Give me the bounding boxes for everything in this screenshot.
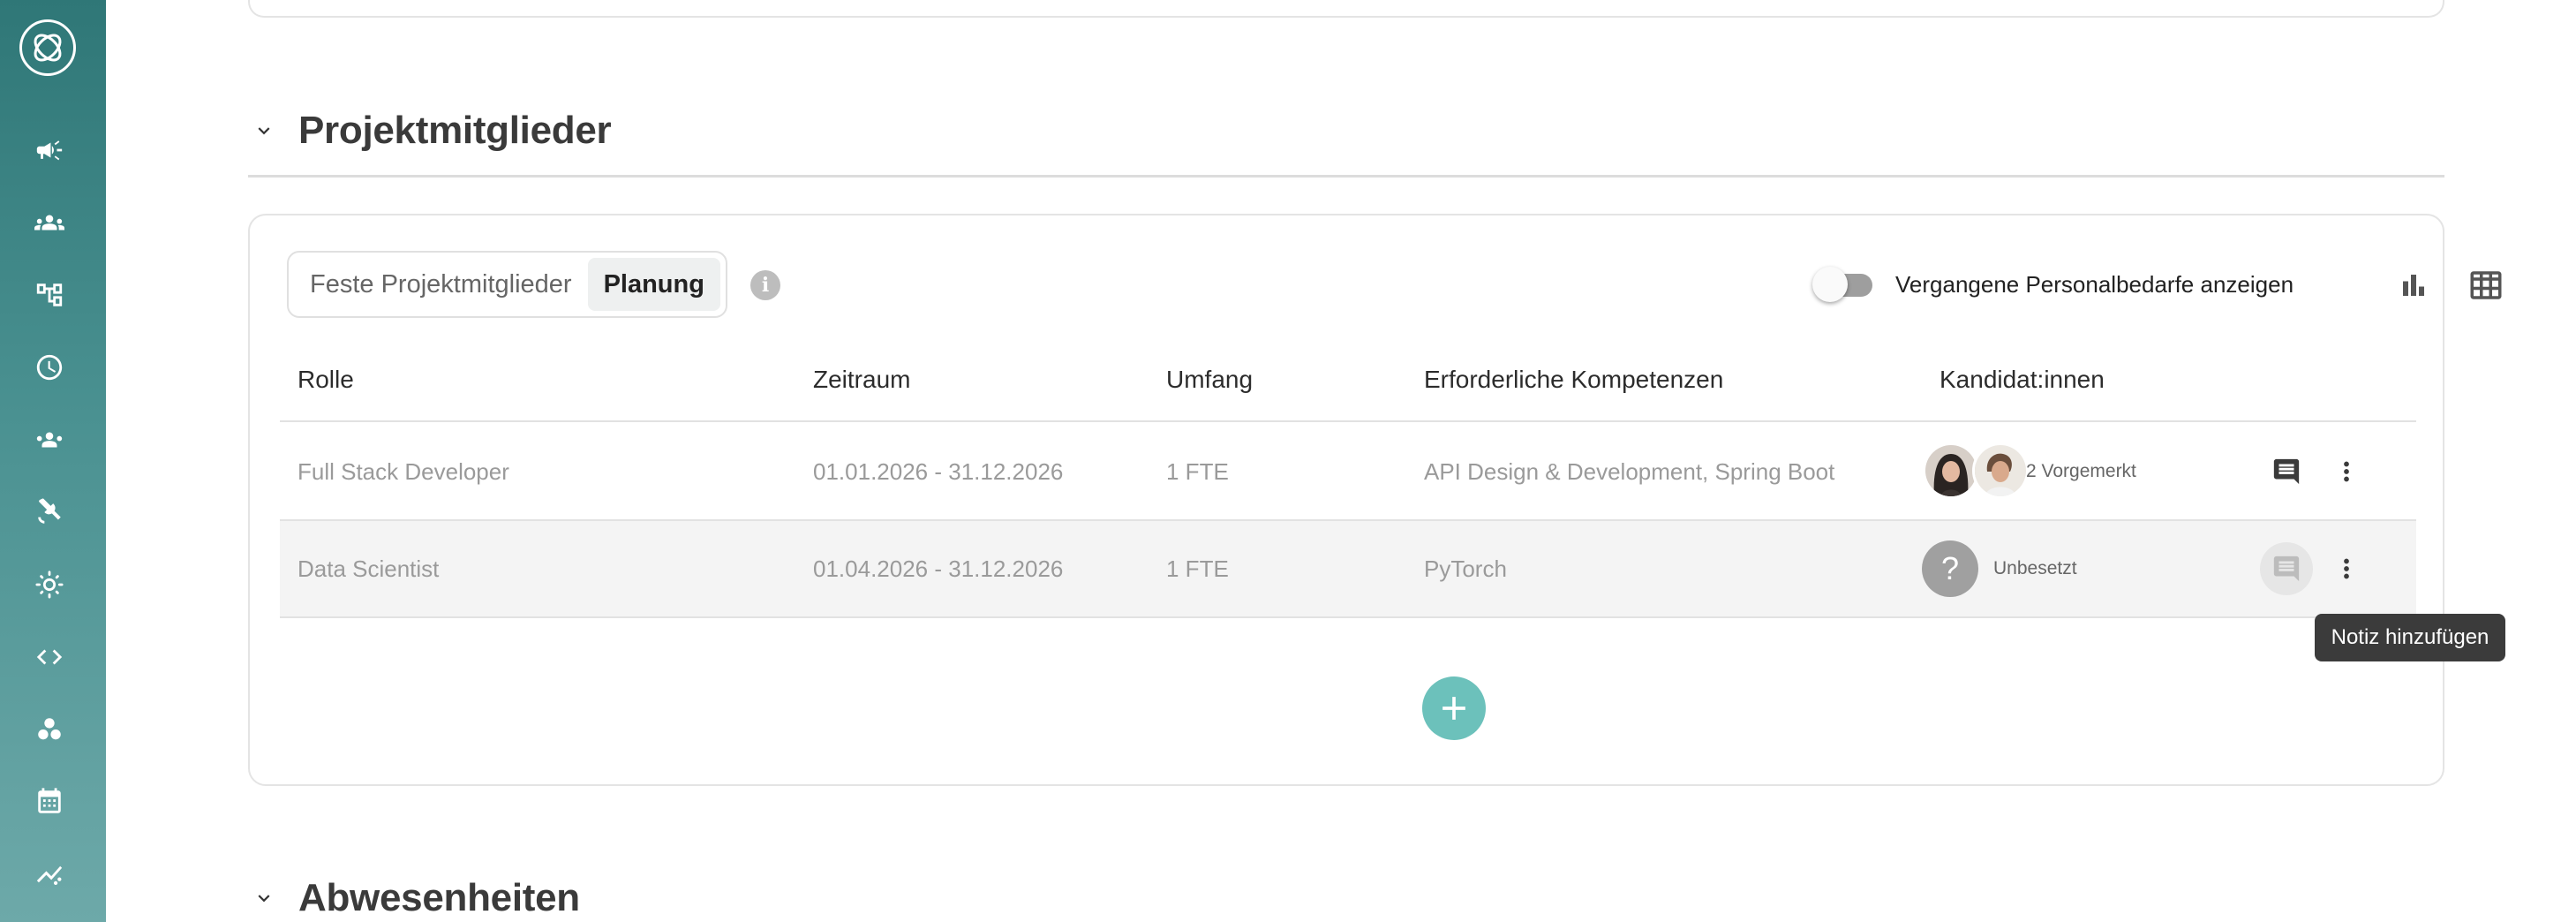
sun-icon[interactable] xyxy=(32,567,67,602)
grid-view-icon[interactable] xyxy=(2464,263,2508,307)
period-cell: 01.04.2026 - 31.12.2026 xyxy=(813,555,1064,582)
avatar[interactable] xyxy=(1923,442,1979,499)
header-candidates[interactable]: Kandidat:innen xyxy=(1940,339,2105,420)
avatar[interactable] xyxy=(1972,442,2029,499)
previous-section-card xyxy=(248,0,2444,18)
scope-cell: 1 FTE xyxy=(1166,457,1229,485)
toggle-label: Vergangene Personalbedarfe anzeigen xyxy=(1895,270,2294,298)
header-scope[interactable]: Umfang xyxy=(1166,339,1253,420)
header-period[interactable]: Zeitraum xyxy=(813,339,910,420)
megaphone-icon[interactable] xyxy=(32,132,67,168)
plus-icon xyxy=(1442,697,1465,720)
hierarchy-icon[interactable] xyxy=(32,277,67,313)
tooltip: Notiz hinzufügen xyxy=(2315,614,2505,661)
view-tabs: Feste Projektmitglieder Planung xyxy=(287,251,727,318)
info-icon[interactable]: i xyxy=(750,270,780,300)
chevron-down-icon[interactable] xyxy=(247,114,281,147)
section-title: Projektmitglieder xyxy=(298,109,612,152)
header-skills[interactable]: Erforderliche Kompetenzen xyxy=(1424,339,1723,420)
satellite-icon[interactable] xyxy=(32,495,67,530)
members-section-header: Projektmitglieder xyxy=(247,109,612,153)
table-row[interactable]: Data Scientist 01.04.2026 - 31.12.2026 1… xyxy=(280,521,2416,618)
code-icon[interactable] xyxy=(32,639,67,675)
scope-cell: 1 FTE xyxy=(1166,555,1229,582)
people-icon[interactable] xyxy=(32,422,67,457)
more-vert-icon[interactable] xyxy=(2320,542,2373,595)
add-demand-button[interactable] xyxy=(1422,676,1486,740)
calendar-icon[interactable] xyxy=(32,784,67,820)
role-cell: Data Scientist xyxy=(298,555,440,582)
skills-cell: API Design & Development, Spring Boot xyxy=(1424,457,1835,485)
more-vert-icon[interactable] xyxy=(2320,445,2373,498)
group-icon[interactable] xyxy=(32,205,67,240)
chevron-down-icon[interactable] xyxy=(247,881,281,915)
tab-planning[interactable]: Planung xyxy=(587,258,720,311)
divider xyxy=(248,175,2444,178)
cluster-icon[interactable] xyxy=(32,712,67,747)
role-cell: Full Stack Developer xyxy=(298,457,509,485)
header-role[interactable]: Rolle xyxy=(298,339,354,420)
tab-fixed-members[interactable]: Feste Projektmitglieder xyxy=(294,258,588,311)
unassigned-avatar[interactable]: ? xyxy=(1922,540,1978,597)
skills-cell: PyTorch xyxy=(1424,555,1507,582)
trend-icon[interactable] xyxy=(32,857,67,892)
comment-icon[interactable] xyxy=(2260,445,2313,498)
section-title: Abwesenheiten xyxy=(298,876,580,919)
period-cell: 01.01.2026 - 31.12.2026 xyxy=(813,457,1064,485)
bar-chart-icon[interactable] xyxy=(2391,263,2436,307)
table-row[interactable]: Full Stack Developer 01.01.2026 - 31.12.… xyxy=(280,424,2416,521)
sidebar xyxy=(0,0,106,922)
app-logo[interactable] xyxy=(19,19,76,76)
absences-section-header: Abwesenheiten xyxy=(247,876,580,920)
clock-icon[interactable] xyxy=(32,350,67,385)
table-header: Rolle Zeitraum Umfang Erforderliche Komp… xyxy=(280,339,2416,422)
candidate-avatars xyxy=(1923,442,2029,503)
candidate-status: 2 Vorgemerkt xyxy=(2026,461,2136,481)
members-card: Feste Projektmitglieder Planung i Vergan… xyxy=(248,214,2502,786)
main-content: Projektmitglieder Feste Projektmitgliede… xyxy=(106,0,2576,922)
comment-icon[interactable] xyxy=(2260,542,2313,595)
candidate-status: Unbesetzt xyxy=(1993,558,2077,578)
past-demands-toggle[interactable] xyxy=(1812,267,1876,302)
past-demands-toggle-group: Vergangene Personalbedarfe anzeigen xyxy=(1812,267,2294,302)
